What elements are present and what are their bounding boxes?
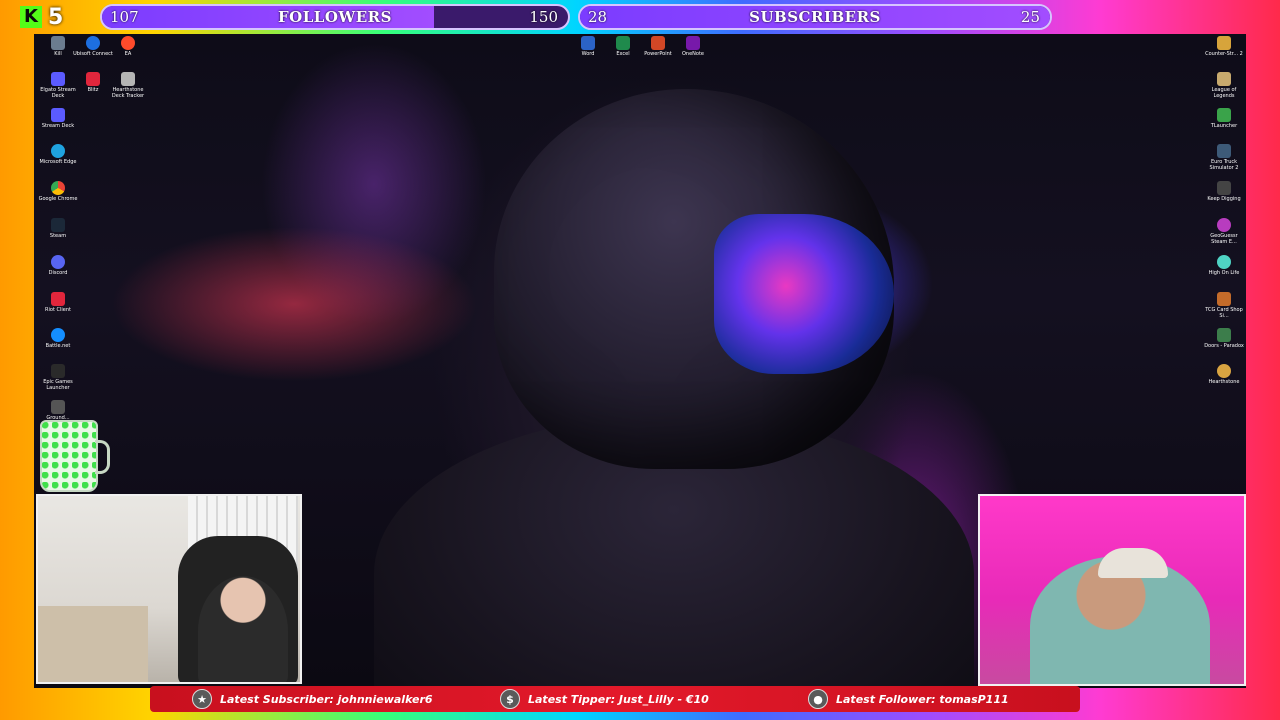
desk — [38, 606, 148, 682]
latest-tipper: $ Latest Tipper: Just_Lilly - €10 — [500, 686, 709, 712]
desktop-icon[interactable]: Keep Digging — [1204, 181, 1244, 202]
latest-subscriber: ★ Latest Subscriber: johnniewalker6 — [192, 686, 433, 712]
desktop-icon[interactable]: OneNote — [673, 36, 713, 57]
desktop-icon[interactable]: Stream Deck — [38, 108, 78, 129]
followers-label: FOLLOWERS — [278, 8, 392, 26]
desktop-icon[interactable]: Kill — [38, 36, 78, 57]
event-ticker: ★ Latest Subscriber: johnniewalker6 $ La… — [150, 686, 1080, 712]
desktop-icon[interactable]: Steam — [38, 218, 78, 239]
hearthstone-icon — [1217, 364, 1231, 378]
ea-icon — [121, 36, 135, 50]
battlenet-icon — [51, 328, 65, 342]
subscribers-goal-bar: 28 SUBSCRIBERS 25 — [578, 4, 1052, 30]
app-icon — [121, 72, 135, 86]
cs2-icon — [1217, 36, 1231, 50]
desktop-icon[interactable]: High On Life — [1204, 255, 1244, 276]
app-icon — [51, 36, 65, 50]
desktop-icon[interactable]: Blitz — [73, 72, 113, 93]
epic-icon — [51, 364, 65, 378]
desktop-icon[interactable]: Epic Games Launcher — [38, 364, 78, 391]
kick-viewer-badge: K 5 — [20, 4, 76, 30]
webcam-left — [36, 494, 302, 684]
desktop-icon[interactable]: Doors - Paradox — [1204, 328, 1244, 349]
latest-follower-text: Latest Follower: tomasP111 — [836, 692, 1009, 706]
desktop-icon[interactable]: Microsoft Edge — [38, 144, 78, 165]
excel-icon — [616, 36, 630, 50]
desktop-icon[interactable]: EA — [108, 36, 148, 57]
desktop-icon[interactable]: League of Legends — [1204, 72, 1244, 99]
powerpoint-icon — [651, 36, 665, 50]
ets2-icon — [1217, 144, 1231, 158]
top-banner: K 5 107 FOLLOWERS 150 28 SUBSCRIBERS 25 — [0, 0, 1280, 34]
desktop-icon[interactable]: Elgato Stream Deck — [38, 72, 78, 99]
webcam-right — [978, 494, 1246, 686]
desktop-icon[interactable]: Word — [568, 36, 608, 57]
desktop-icon[interactable]: Hearthstone Deck Tracker — [108, 72, 148, 99]
dollar-icon: $ — [500, 689, 520, 709]
desktop-icon[interactable]: Hearthstone — [1204, 364, 1244, 385]
tcg-icon — [1217, 292, 1231, 306]
desktop-icon[interactable]: Battle.net — [38, 328, 78, 349]
high-on-life-icon — [1217, 255, 1231, 269]
app-icon — [51, 108, 65, 122]
ubisoft-icon — [86, 36, 100, 50]
onenote-icon — [686, 36, 700, 50]
cap — [1098, 548, 1168, 578]
kick-logo-icon: K — [20, 6, 42, 28]
desktop-icon[interactable]: Counter-Str... 2 — [1204, 36, 1244, 57]
steam-icon — [51, 218, 65, 232]
desktop-icon[interactable]: PowerPoint — [638, 36, 678, 57]
word-icon — [581, 36, 595, 50]
mug-decoration — [40, 420, 110, 492]
geoguessr-icon — [1217, 218, 1231, 232]
lol-icon — [1217, 72, 1231, 86]
wallpaper-visor — [714, 214, 894, 374]
user-icon: ● — [808, 689, 828, 709]
subscribers-target: 25 — [1020, 8, 1040, 26]
latest-subscriber-text: Latest Subscriber: johnniewalker6 — [220, 692, 433, 706]
viewer-count: 5 — [48, 4, 64, 30]
desktop-icon[interactable]: Riot Client — [38, 292, 78, 313]
latest-follower: ● Latest Follower: tomasP111 — [808, 686, 1009, 712]
riot-icon — [51, 292, 65, 306]
desktop-icon[interactable]: Euro Truck Simulator 2 — [1204, 144, 1244, 171]
streamer-person — [198, 576, 288, 682]
desktop-icon[interactable]: TCG Card Shop Si... — [1204, 292, 1244, 319]
desktop-icon[interactable]: Ubisoft Connect — [73, 36, 113, 57]
desktop-icon[interactable]: TLauncher — [1204, 108, 1244, 129]
discord-icon — [51, 255, 65, 269]
star-icon: ★ — [192, 689, 212, 709]
subscribers-label: SUBSCRIBERS — [749, 8, 881, 26]
keep-digging-icon — [1217, 181, 1231, 195]
doors-icon — [1217, 328, 1231, 342]
desktop-icon[interactable]: Discord — [38, 255, 78, 276]
blitz-icon — [86, 72, 100, 86]
desktop-icon[interactable]: GeoGuessr Steam E... — [1204, 218, 1244, 245]
edge-icon — [51, 144, 65, 158]
tlauncher-icon — [1217, 108, 1231, 122]
followers-goal-bar: 107 FOLLOWERS 150 — [100, 4, 570, 30]
followers-target: 150 — [529, 8, 558, 26]
chrome-icon — [51, 181, 65, 195]
app-icon — [51, 400, 65, 414]
latest-tipper-text: Latest Tipper: Just_Lilly - €10 — [528, 692, 709, 706]
app-icon — [51, 72, 65, 86]
desktop-icon[interactable]: Ground... — [38, 400, 78, 421]
desktop-icon[interactable]: Excel — [603, 36, 643, 57]
desktop-icon[interactable]: Google Chrome — [38, 181, 78, 202]
